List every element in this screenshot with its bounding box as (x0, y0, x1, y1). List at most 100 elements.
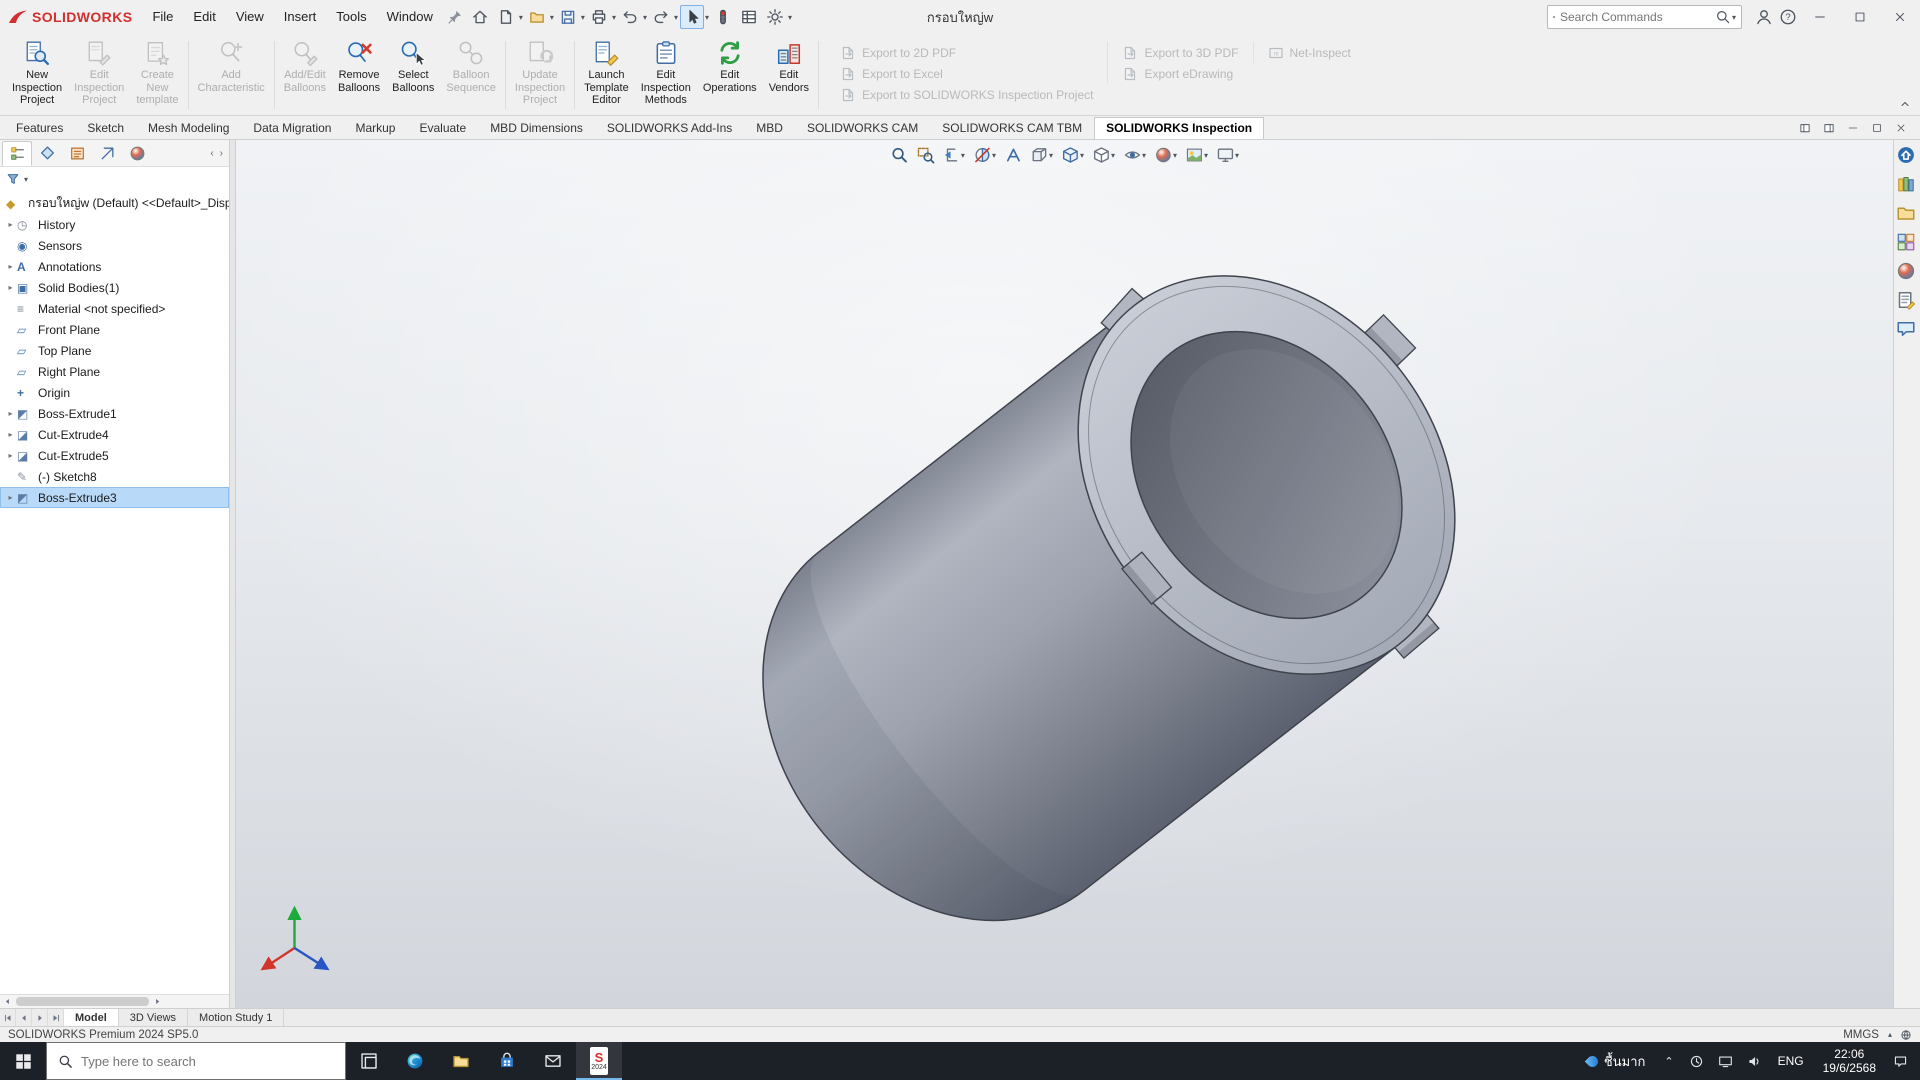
edit-inspection-project-button[interactable]: EditInspectionProject (68, 37, 130, 113)
options-gear-icon[interactable] (763, 5, 787, 29)
export-to-excel-button[interactable]: Export to Excel (832, 63, 1101, 84)
3d-model-cylinder[interactable] (236, 140, 1893, 1008)
tree-item-cut-extrude5[interactable]: ▸◪Cut-Extrude5 (0, 445, 229, 466)
previous-view-caret-icon[interactable]: ▾ (961, 151, 965, 160)
undo-icon[interactable] (618, 5, 642, 29)
tab-solidworks-cam-tbm[interactable]: SOLIDWORKS CAM TBM (930, 117, 1094, 139)
first-tab-icon[interactable] (0, 1009, 16, 1026)
menu-view[interactable]: View (226, 0, 274, 34)
collapse-ribbon-icon[interactable] (1896, 97, 1914, 111)
task-view-taskbar-button[interactable] (346, 1042, 392, 1080)
volume-icon[interactable] (1740, 1042, 1769, 1080)
units-selector[interactable]: MMGS (1843, 1029, 1879, 1041)
globe-icon[interactable] (1900, 1029, 1912, 1041)
window-close-button[interactable] (1880, 0, 1920, 34)
user-account-icon[interactable] (1752, 5, 1776, 29)
previous-tab-icon[interactable] (16, 1009, 32, 1026)
remove-balloons-button[interactable]: RemoveBalloons (332, 37, 386, 113)
expand-arrow-icon[interactable]: ▸ (4, 262, 17, 271)
next-tab-icon[interactable] (32, 1009, 48, 1026)
tab-solidworks-add-ins[interactable]: SOLIDWORKS Add-Ins (595, 117, 744, 139)
expand-arrow-icon[interactable]: ▸ (4, 409, 17, 418)
print-icon[interactable] (587, 5, 611, 29)
taskbar-search[interactable] (46, 1042, 346, 1080)
menu-edit[interactable]: Edit (183, 0, 225, 34)
menu-tools[interactable]: Tools (326, 0, 376, 34)
edit-vendors-button[interactable]: EditVendors (763, 37, 815, 113)
view-settings-button[interactable]: ▾ (1213, 144, 1242, 166)
command-search[interactable]: ▾ (1547, 5, 1742, 29)
open-caret-icon[interactable]: ▾ (550, 13, 554, 22)
view-palette-button[interactable] (1896, 232, 1918, 254)
tab-features[interactable]: Features (4, 117, 75, 139)
export-edrawing-button[interactable]: Export eDrawing (1114, 63, 1246, 84)
tray-clock-app-icon[interactable] (1682, 1042, 1711, 1080)
manager-tab-scroll[interactable]: ‹› (210, 148, 227, 159)
edge-taskbar-button[interactable] (392, 1042, 438, 1080)
scroll-left-icon[interactable]: ‹ (210, 148, 213, 159)
export-to-3d-pdf-button[interactable]: Export to 3D PDF (1114, 42, 1246, 63)
command-search-input[interactable] (1560, 10, 1715, 24)
expand-arrow-icon[interactable]: ▸ (4, 430, 17, 439)
dimxpert-manager-tab[interactable] (92, 141, 122, 166)
add-edit-balloons-button[interactable]: Add/EditBalloons (278, 37, 332, 113)
language-indicator[interactable]: ENG (1769, 1042, 1813, 1080)
table-view-icon[interactable] (737, 5, 761, 29)
tree-item-sketch8[interactable]: ✎(-) Sketch8 (0, 466, 229, 487)
undo-caret-icon[interactable]: ▾ (643, 13, 647, 22)
update-inspection-project-button[interactable]: UpdateInspectionProject (509, 37, 571, 113)
split-pane-right-icon[interactable] (1818, 119, 1840, 136)
file-explorer-button[interactable] (1896, 203, 1918, 225)
expand-arrow-icon[interactable]: ▸ (4, 493, 17, 502)
net-inspect-button[interactable]: niNet-Inspect (1260, 42, 1359, 63)
design-library-button[interactable] (1896, 174, 1918, 196)
filter-caret-icon[interactable]: ▾ (24, 175, 28, 184)
tab-mesh-modeling[interactable]: Mesh Modeling (136, 117, 241, 139)
print-caret-icon[interactable]: ▾ (612, 13, 616, 22)
dynamic-annotation-views-button[interactable] (1001, 144, 1025, 166)
save-caret-icon[interactable]: ▾ (581, 13, 585, 22)
store-taskbar-button[interactable] (484, 1042, 530, 1080)
tab-markup[interactable]: Markup (343, 117, 407, 139)
view-orientation-button[interactable]: ▾ (1058, 144, 1087, 166)
export-to-2d-pdf-button[interactable]: Export to 2D PDF (832, 42, 1101, 63)
tree-item-top-plane[interactable]: ▱Top Plane (0, 340, 229, 361)
tab-sketch[interactable]: Sketch (75, 117, 136, 139)
view-orientation-caret-icon[interactable]: ▾ (1080, 151, 1084, 160)
units-caret-icon[interactable]: ▴ (1888, 1030, 1892, 1039)
doc-tab-motion-study-1[interactable]: Motion Study 1 (188, 1009, 284, 1026)
doc-tab-model[interactable]: Model (64, 1009, 119, 1026)
tree-root[interactable]: ◆กรอบใหญ่w (Default) <<Default>_Displ (0, 193, 229, 214)
redo-icon[interactable] (649, 5, 673, 29)
search-scope-icon[interactable] (1553, 9, 1555, 25)
tab-solidworks-cam[interactable]: SOLIDWORKS CAM (795, 117, 930, 139)
tree-item-front-plane[interactable]: ▱Front Plane (0, 319, 229, 340)
tab-evaluate[interactable]: Evaluate (407, 117, 478, 139)
window-maximize-button[interactable] (1840, 0, 1880, 34)
window-minimize-button[interactable] (1800, 0, 1840, 34)
solidworks-forum-button[interactable] (1896, 319, 1918, 341)
property-manager-tab[interactable] (32, 141, 62, 166)
custom-properties-button[interactable] (1896, 290, 1918, 312)
edit-inspection-methods-button[interactable]: EditInspectionMethods (635, 37, 697, 113)
section-view-button[interactable]: ▾ (970, 144, 999, 166)
taskbar-search-input[interactable] (81, 1054, 334, 1069)
open-document-icon[interactable] (525, 5, 549, 29)
start-button[interactable] (0, 1042, 46, 1080)
new-document-icon[interactable] (494, 5, 518, 29)
scroll-right-icon[interactable]: › (220, 148, 223, 159)
create-new-template-button[interactable]: CreateNewtemplate (130, 37, 184, 113)
options-caret-icon[interactable]: ▾ (788, 13, 792, 22)
solidworks-taskbar-button[interactable]: S2024 (576, 1042, 622, 1080)
weather-widget[interactable]: ชื้นมาก (1576, 1042, 1656, 1080)
tree-item-origin[interactable]: +Origin (0, 382, 229, 403)
tab-solidworks-inspection[interactable]: SOLIDWORKS Inspection (1094, 117, 1264, 139)
display-style-caret-icon[interactable]: ▾ (1111, 151, 1115, 160)
hide-show-items-button[interactable]: ▾ (1120, 144, 1149, 166)
file-explorer-taskbar-button[interactable] (438, 1042, 484, 1080)
export-to-solidworks-inspection-project-button[interactable]: Export to SOLIDWORKS Inspection Project (832, 84, 1101, 105)
search-caret-icon[interactable]: ▾ (1732, 13, 1736, 22)
edit-appearance-button[interactable]: ▾ (1151, 144, 1180, 166)
doc-minimize-icon[interactable] (1842, 119, 1864, 136)
hidden-icons-chevron[interactable]: ⌃ (1656, 1055, 1681, 1068)
